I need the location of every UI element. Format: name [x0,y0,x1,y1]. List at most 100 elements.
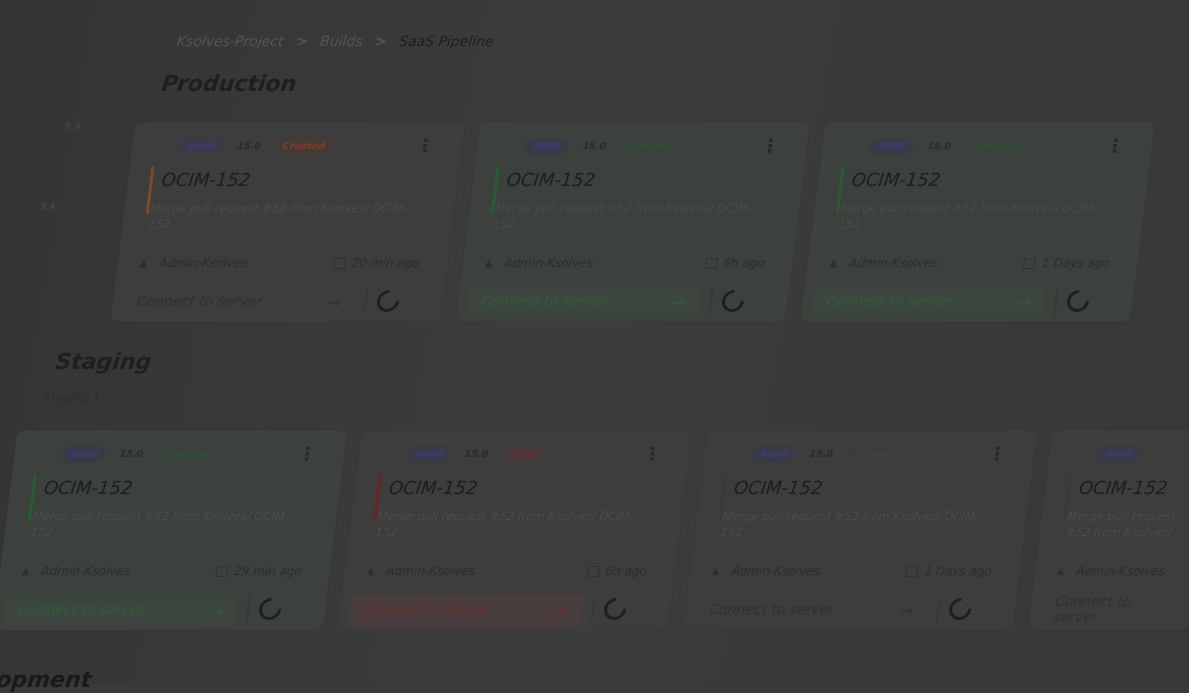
connect-to-server-button[interactable]: Connect to server → [693,594,929,626]
build-card[interactable]: Build OCIM-152 Merge pull request #52 fr… [1027,430,1189,630]
chevron-right-icon: > [294,34,309,50]
tag-build: Build [406,446,452,463]
user-icon: ▲ [1056,565,1066,577]
build-card[interactable]: Build 15.0 Running ⋮ OCIM-152 Merge pull… [800,122,1156,322]
build-time: 6h ago [604,564,648,578]
connect-label: Connect to server [1052,594,1133,626]
build-description: Merge pull request #52 from Ksolves/ OCI… [1064,509,1177,539]
build-title: OCIM-152 [732,478,824,499]
user-icon: ▲ [711,565,721,577]
tag-build: Build [1096,446,1142,463]
skewed-sheet: Ksolves-Project > Builds > SaaS Pipeline… [0,0,1189,693]
chevron-down-icon: ⌄ [109,391,121,404]
tag-version: 15.0 [118,449,144,460]
breadcrumb-item-project[interactable]: Ksolves-Project [176,34,285,50]
divider [590,596,596,624]
status-badge: Created [273,138,335,155]
github-icon[interactable] [254,593,286,625]
build-author: Admin-Ksolves [40,564,131,578]
more-vertical-icon[interactable]: ⋮ [415,136,436,157]
github-icon[interactable] [599,593,631,625]
section-title-development: Development [0,668,93,693]
connect-to-server-button[interactable]: Connect to server → [121,286,357,318]
build-card[interactable]: Build 15.0 Error ⋮ OCIM-152 Merge pull r… [337,430,693,630]
build-author: Admin-Ksolves [158,256,249,270]
build-card[interactable]: Build 15.0 Exited ⋮ OCIM-152 Merge pull … [682,430,1038,630]
section-title-staging: Staging [53,350,153,375]
github-icon[interactable] [717,285,749,317]
build-time: 1 Days ago [1041,256,1111,270]
arrow-right-icon: → [898,600,915,620]
arrow-right-icon: → [553,600,570,620]
connect-to-server-button[interactable]: Connect to server → [810,286,1047,318]
more-vertical-icon[interactable]: ⋮ [1105,136,1126,157]
divider [245,596,251,624]
build-time: 20 min ago [351,256,421,270]
calendar-icon [333,257,347,269]
divider [708,288,714,316]
build-time: 29 min ago [233,564,303,578]
connect-label: Connect to server [480,294,609,310]
divider [363,288,369,316]
more-vertical-icon[interactable]: ⋮ [642,444,663,465]
tag-build: Build [178,138,225,155]
connect-to-server-button[interactable]: Connect to server [1038,594,1182,626]
connect-label: Connect to server [708,602,836,618]
build-description: Merge pull request #52 from Ksolves/ OCI… [29,509,290,539]
build-title: OCIM-152 [1077,478,1169,499]
connect-label: Connect to server [825,294,954,310]
build-description: Merge pull request #52 from Ksolves/ OCI… [719,509,980,539]
calendar-icon [586,565,601,577]
user-icon: ▲ [366,565,376,577]
more-vertical-icon[interactable]: ⋮ [987,444,1008,465]
build-time: 1 Days ago [923,564,993,578]
build-author: Admin-Ksolves [1075,564,1166,578]
build-title: OCIM-152 [850,170,942,191]
calendar-icon [1023,257,1037,269]
tag-build: Build [868,138,915,155]
status-badge: Running [963,138,1026,155]
breadcrumb: Ksolves-Project > Builds > SaaS Pipeline [176,34,495,50]
build-author: Admin-Ksolves [503,256,594,270]
tag-version: 15.0 [926,141,952,152]
staging-selector[interactable]: Staging 1 ⌄ [42,390,120,404]
arrow-right-icon: → [208,600,225,620]
calendar-icon [905,565,920,577]
status-badge: Error [500,446,547,463]
connect-to-server-button[interactable]: Connect to server → [3,594,240,626]
build-title: OCIM-152 [387,478,479,499]
connect-label: Connect to server [363,602,491,618]
status-badge: Running [618,138,681,155]
breadcrumb-item-builds[interactable]: Builds [319,34,363,50]
build-title: OCIM-152 [505,170,597,191]
more-vertical-icon[interactable]: ⋮ [297,444,318,465]
tag-build: Build [61,446,107,463]
chevron-right-icon: > [374,34,388,50]
more-vertical-icon[interactable]: ⋮ [760,136,781,157]
build-description: Merge pull request #52 from Ksolves/ OCI… [837,201,1098,231]
build-card[interactable]: Build 15.0 Running ⋮ OCIM-152 Merge pull… [455,122,811,322]
user-icon: ▲ [829,257,839,269]
connect-to-server-button[interactable]: Connect to server → [465,286,702,318]
user-icon: ▲ [484,257,494,269]
github-icon[interactable] [1062,285,1094,317]
build-author: Admin-Ksolves [848,256,939,270]
side-number: 3.3 [63,122,81,133]
arrow-right-icon: → [671,292,688,312]
staging-selector-value: Staging 1 [42,390,102,404]
build-description: Merge pull request #52 from Ksolves/ OCI… [147,201,408,231]
connect-to-server-button[interactable]: Connect to server → [348,594,585,626]
status-badge: Running [155,446,218,463]
build-card[interactable]: Build 15.0 Running ⋮ OCIM-152 Merge pull… [0,430,348,630]
side-number: 3.4 [38,202,57,213]
build-card[interactable]: Build 15.0 Created ⋮ OCIM-152 Merge pull… [110,122,466,322]
github-icon[interactable] [944,593,976,625]
tag-version: 15.0 [808,449,834,460]
status-badge: Exited [845,446,898,463]
divider [1053,288,1059,316]
calendar-icon [215,565,229,577]
build-time: 6h ago [722,256,766,270]
tag-version: 15.0 [236,141,262,152]
calendar-icon [704,257,719,269]
github-icon[interactable] [372,285,404,317]
